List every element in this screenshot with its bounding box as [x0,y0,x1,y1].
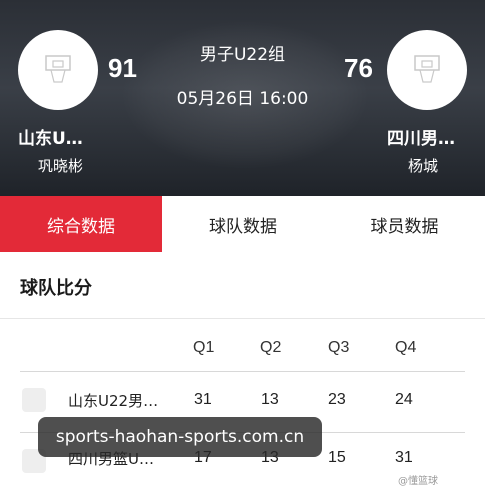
away-top-player[interactable]: 杨城 [408,155,438,176]
header-q2: Q2 [260,339,282,356]
tab-player-stats[interactable]: 球员数据 [324,196,485,252]
away-team-name[interactable]: 四川男… [387,124,455,149]
section-divider [0,318,485,319]
cell-q1: 31 [194,391,212,408]
header-q1: Q1 [193,339,215,356]
section-title: 球队比分 [20,278,92,299]
cell-q3: 23 [328,391,346,408]
tab-bar: 综合数据 球队数据 球员数据 [0,196,485,252]
table-divider [20,371,465,372]
away-score: 76 [344,53,373,83]
credit-watermark: @懂篮球 [398,476,438,487]
basketball-hoop-icon [414,55,440,83]
team-logo [22,388,46,412]
home-team-name[interactable]: 山东U… [18,124,83,149]
header-q3: Q3 [328,339,350,356]
watermark-overlay: sports-haohan-sports.com.cn [38,417,322,457]
cell-q4: 31 [395,449,413,466]
cell-q2: 13 [261,391,279,408]
away-team-logo[interactable] [387,30,467,110]
header-q4: Q4 [395,339,417,356]
match-header: 91 男子U22组 05月26日 16:00 76 山东U… 四川男… 巩晓彬 … [0,0,485,196]
home-top-player[interactable]: 巩晓彬 [38,155,83,176]
cell-q3: 15 [328,449,346,466]
row-team-name: 山东U22男… [68,392,159,410]
tab-overview[interactable]: 综合数据 [0,196,162,252]
tab-team-stats[interactable]: 球队数据 [162,196,324,252]
cell-q4: 24 [395,391,413,408]
